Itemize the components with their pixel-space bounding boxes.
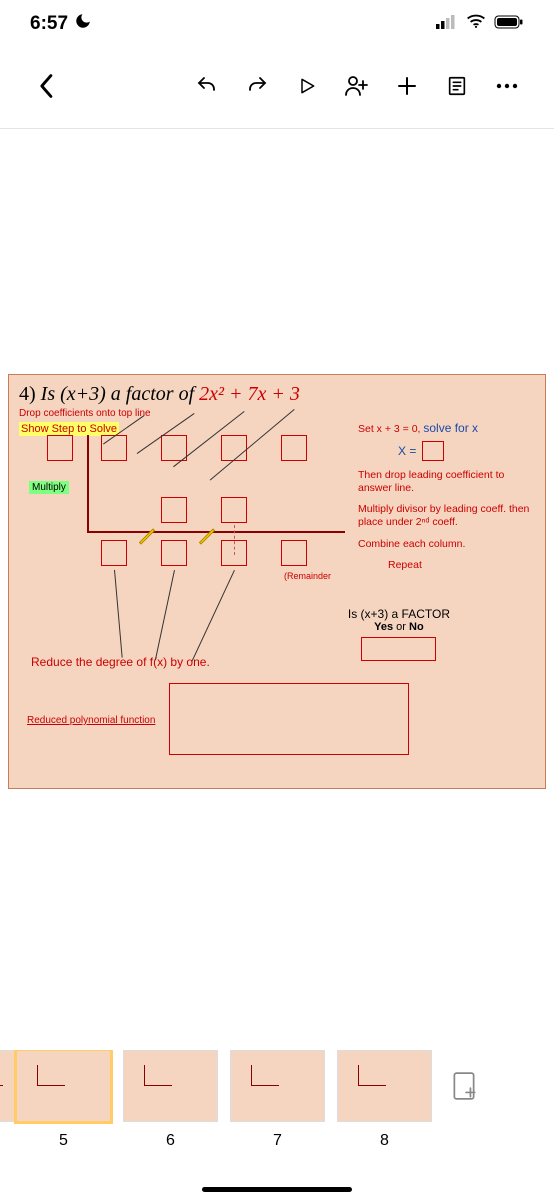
- more-button[interactable]: [482, 64, 532, 108]
- add-button[interactable]: [382, 64, 432, 108]
- divisor-box[interactable]: [47, 435, 73, 461]
- moon-icon: [74, 12, 92, 36]
- document-viewport[interactable]: 4) Is (x+3) a factor of 2x² + 7x + 3 Dro…: [0, 129, 554, 789]
- set-eq-label: Set x + 3 = 0,: [358, 423, 423, 435]
- instr-drop-leading: Then drop leading coefficient to answer …: [358, 469, 533, 495]
- notes-button[interactable]: [432, 64, 482, 108]
- guide-line: [114, 570, 123, 658]
- status-time: 6:57: [30, 13, 68, 35]
- worksheet-slide: 4) Is (x+3) a factor of 2x² + 7x + 3 Dro…: [8, 374, 546, 789]
- solve-label: solve for x: [423, 421, 478, 435]
- question-title: 4) Is (x+3) a factor of 2x² + 7x + 3: [19, 383, 535, 406]
- yes-no-answer-box[interactable]: [361, 637, 436, 661]
- thumb-label: 8: [337, 1132, 432, 1150]
- thumb-4[interactable]: [0, 1050, 4, 1132]
- dashed-guide-1: [234, 525, 235, 555]
- multiply-label: Multiply: [29, 481, 69, 494]
- ans-box-4[interactable]: [281, 540, 307, 566]
- coeff-box-4[interactable]: [281, 435, 307, 461]
- home-indicator[interactable]: [202, 1187, 352, 1192]
- instructions-panel: Set x + 3 = 0, solve for x X = Then drop…: [358, 421, 533, 572]
- wifi-icon: [466, 13, 486, 35]
- instr-combine: Combine each column.: [358, 538, 533, 551]
- add-slide-button[interactable]: [444, 1050, 484, 1122]
- reduced-polynomial-box[interactable]: [169, 683, 409, 755]
- syn-div-horizontal: [87, 531, 345, 533]
- thumb-8[interactable]: 8: [337, 1050, 432, 1150]
- coeff-box-3[interactable]: [221, 435, 247, 461]
- play-button[interactable]: [282, 64, 332, 108]
- slide-thumbnails: 5 6 7 8: [0, 1050, 554, 1150]
- coeff-box-1[interactable]: [101, 435, 127, 461]
- remainder-label: (Remainder: [284, 571, 331, 581]
- show-step-label[interactable]: Show Step to Solve: [19, 422, 119, 436]
- redo-button[interactable]: [232, 64, 282, 108]
- thumb-7[interactable]: 7: [230, 1050, 325, 1150]
- question-polynomial: 2x² + 7x + 3: [199, 383, 300, 405]
- undo-button[interactable]: [182, 64, 232, 108]
- back-button[interactable]: [22, 64, 72, 108]
- status-bar: 6:57: [0, 0, 554, 44]
- mid-box-2[interactable]: [221, 497, 247, 523]
- x-equals-label: X =: [398, 444, 416, 458]
- thumb-label: 6: [123, 1132, 218, 1150]
- reduced-polynomial-label: Reduced polynomial function: [27, 715, 155, 726]
- ans-box-2[interactable]: [161, 540, 187, 566]
- question-number: 4): [19, 383, 36, 405]
- mid-box-1[interactable]: [161, 497, 187, 523]
- battery-icon: [494, 13, 524, 35]
- question-text: Is (x+3) a factor of: [41, 383, 199, 405]
- syn-div-vertical: [87, 435, 89, 533]
- instr-multiply: Multiply divisor by leading coeff. then …: [358, 503, 533, 529]
- drop-coeff-label: Drop coefficients onto top line: [19, 408, 535, 419]
- cellular-icon: [436, 13, 458, 35]
- add-person-button[interactable]: [332, 64, 382, 108]
- app-toolbar: [0, 44, 554, 120]
- is-factor-block: Is (x+3) a FACTOR Yes or No: [348, 607, 450, 661]
- thumb-6[interactable]: 6: [123, 1050, 218, 1150]
- guide-line: [155, 570, 175, 660]
- is-factor-question: Is (x+3) a FACTOR: [348, 607, 450, 621]
- guide-line: [192, 570, 235, 661]
- thumb-5[interactable]: 5: [16, 1050, 111, 1150]
- reduce-degree-label: Reduce the degree of f(x) by one.: [31, 655, 210, 669]
- ans-box-1[interactable]: [101, 540, 127, 566]
- x-answer-box[interactable]: [422, 441, 444, 461]
- thumb-label: 5: [16, 1132, 111, 1150]
- instr-repeat: Repeat: [358, 559, 533, 572]
- thumb-label: 7: [230, 1132, 325, 1150]
